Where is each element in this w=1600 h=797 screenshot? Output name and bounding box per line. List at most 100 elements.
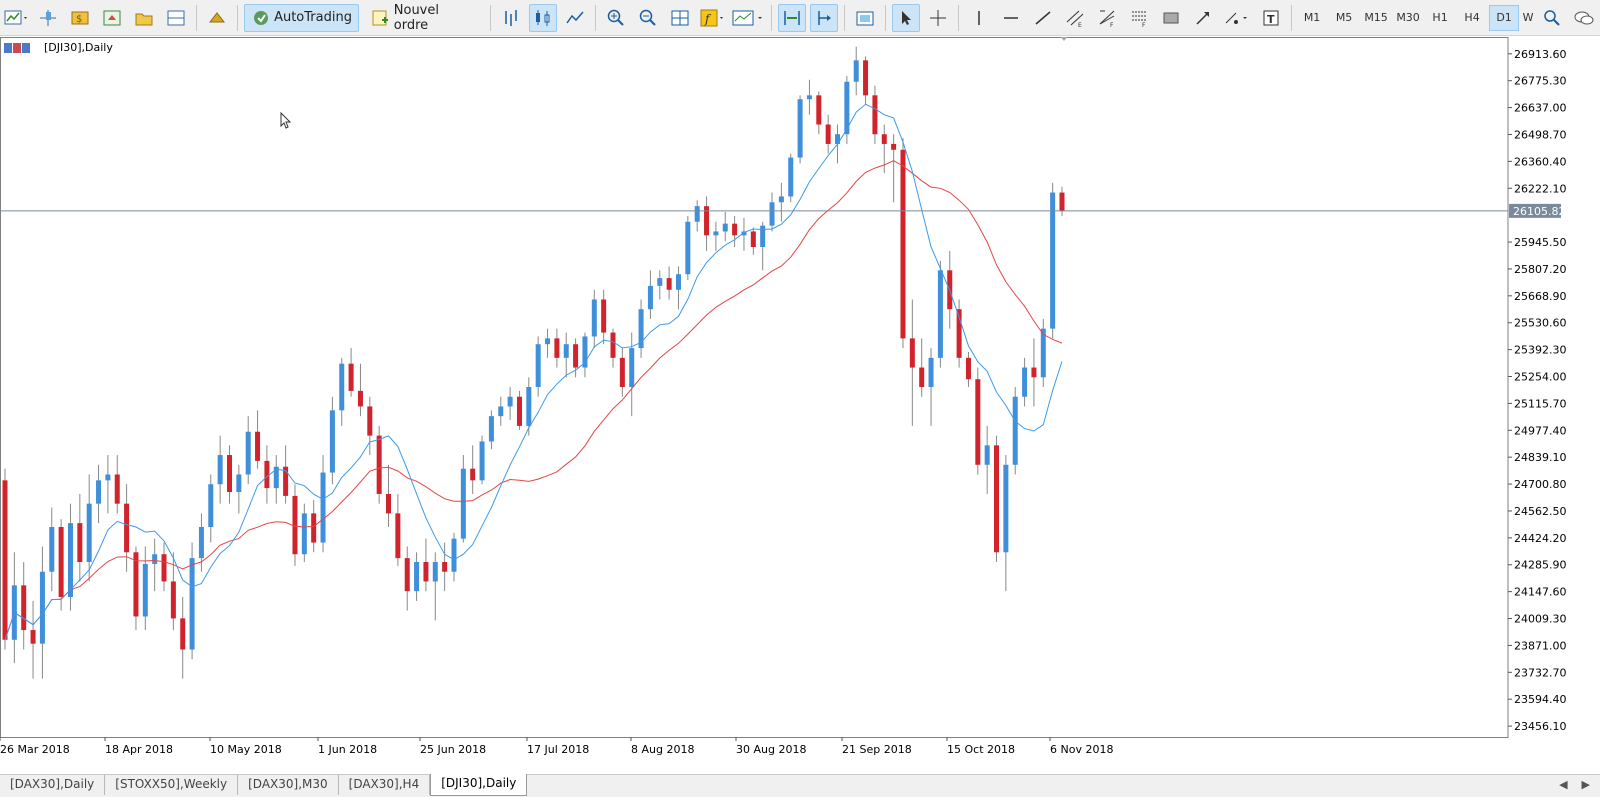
date-tick-label: 30 Aug 2018	[736, 743, 806, 756]
arrow-button[interactable]	[1189, 4, 1217, 32]
candle-body	[115, 475, 120, 504]
new-order-button[interactable]: Nouvel ordre	[363, 4, 484, 32]
price-chart[interactable]: 26913.6026775.3026637.0026498.7026360.40…	[0, 37, 1600, 774]
toolbar-separator	[595, 5, 596, 31]
candlestick-button[interactable]	[529, 4, 557, 32]
tab-dji30-daily[interactable]: [DJI30],Daily	[430, 774, 527, 796]
channel-button[interactable]: E	[1061, 4, 1089, 32]
data-window-button[interactable]: $	[66, 4, 94, 32]
templates-button[interactable]	[730, 4, 766, 32]
bar-chart-button[interactable]	[497, 4, 525, 32]
timeframe-m5[interactable]: M5	[1329, 5, 1359, 31]
zoom-in-button[interactable]	[602, 4, 630, 32]
timeframe-group: M1M5M15M30H1H4D1	[1296, 5, 1520, 31]
candle-body	[536, 344, 541, 387]
experts-button[interactable]	[203, 4, 231, 32]
navigator-button[interactable]	[98, 4, 126, 32]
candle-body	[732, 224, 737, 236]
price-tick-label: 26775.30	[1514, 75, 1567, 88]
chat-button[interactable]	[1570, 4, 1598, 32]
timeframe-m15[interactable]: M15	[1361, 5, 1391, 31]
candle-body	[87, 504, 92, 562]
tab-stoxx50-weekly[interactable]: [STOXX50],Weekly	[105, 775, 238, 795]
timeframe-d1[interactable]: D1	[1489, 5, 1519, 31]
candle-body	[526, 387, 531, 426]
candle-body	[966, 358, 971, 379]
fibonacci-fan-button[interactable]: F	[1093, 4, 1121, 32]
candle-body	[508, 397, 513, 407]
vertical-line-icon	[969, 8, 989, 28]
candle-body	[891, 144, 896, 150]
candle-body	[255, 432, 260, 461]
price-tick-label: 25668.90	[1514, 290, 1567, 303]
candle-body	[21, 585, 26, 630]
candle-body	[648, 286, 653, 309]
candle-body	[162, 554, 167, 581]
candle-body	[611, 333, 616, 358]
candle-body	[49, 527, 54, 572]
text-label-button[interactable]: T	[1257, 4, 1285, 32]
price-tick-label: 26498.70	[1514, 128, 1567, 141]
zoom-out-button[interactable]	[634, 4, 662, 32]
price-tick-label: 23732.70	[1514, 666, 1567, 679]
vertical-line-button[interactable]	[965, 4, 993, 32]
tab-dax30-h4[interactable]: [DAX30],H4	[339, 775, 431, 795]
candle-body	[218, 455, 223, 484]
line-chart-button[interactable]	[561, 4, 589, 32]
candle-body	[919, 368, 924, 387]
date-tick-label: 25 Jun 2018	[420, 743, 486, 756]
candle-body	[77, 523, 82, 562]
fibonacci-retracement-button[interactable]: F	[1125, 4, 1153, 32]
chart-window[interactable]: 26913.6026775.3026637.0026498.7026360.40…	[0, 37, 1600, 774]
price-tick-label: 23456.10	[1514, 720, 1567, 733]
tile-windows-button[interactable]	[666, 4, 694, 32]
chart-shift-button[interactable]	[810, 4, 838, 32]
crosshair-icon	[928, 8, 948, 28]
toolbar-separator	[844, 5, 845, 31]
crosshair-button[interactable]	[924, 4, 952, 32]
timeframe-w-partial[interactable]: W	[1521, 5, 1535, 31]
tab-dax30-daily[interactable]: [DAX30],Daily	[0, 775, 105, 795]
scroll-left-icon[interactable]: ◀	[1559, 778, 1567, 791]
timeframe-h4[interactable]: H4	[1457, 5, 1487, 31]
toolbar-separator	[237, 5, 238, 31]
candle-body	[760, 226, 765, 247]
tester-button[interactable]	[162, 4, 190, 32]
cursor-button[interactable]	[892, 4, 920, 32]
price-tick-label: 25392.30	[1514, 344, 1567, 357]
candle-body	[236, 475, 241, 493]
autoscroll-button[interactable]	[778, 4, 806, 32]
candle-body	[1050, 193, 1055, 329]
new-chart-button[interactable]	[2, 4, 30, 32]
indicators-button[interactable]: f	[698, 4, 726, 32]
timeframe-m30[interactable]: M30	[1393, 5, 1423, 31]
text-label-icon: T	[1261, 8, 1281, 28]
candle-body	[1060, 193, 1065, 211]
chart-shift-icon	[814, 8, 834, 28]
candle-body	[695, 206, 700, 222]
candle-body	[433, 562, 438, 581]
rectangle-button[interactable]	[1157, 4, 1185, 32]
candle-body	[124, 504, 129, 553]
trendline-button[interactable]	[1029, 4, 1057, 32]
market-watch-button[interactable]	[34, 4, 62, 32]
candle-body	[685, 222, 690, 275]
scroll-right-icon[interactable]: ▶	[1582, 778, 1590, 791]
price-tick-label: 26913.60	[1514, 48, 1567, 61]
candle-body	[854, 60, 859, 81]
horizontal-line-button[interactable]	[997, 4, 1025, 32]
shapes-dropdown-button[interactable]	[1221, 4, 1253, 32]
price-tick-label: 24977.40	[1514, 424, 1567, 437]
search-button[interactable]	[1538, 4, 1566, 32]
screenshot-button[interactable]	[851, 4, 879, 32]
terminal-button[interactable]	[130, 4, 158, 32]
candle-body	[900, 150, 905, 339]
autotrading-button[interactable]: AutoTrading	[244, 4, 359, 32]
tab-dax30-m30[interactable]: [DAX30],M30	[238, 775, 339, 795]
timeframe-h1[interactable]: H1	[1425, 5, 1455, 31]
candle-body	[863, 60, 868, 95]
chart-tabs: [DAX30],Daily [STOXX50],Weekly [DAX30],M…	[0, 774, 1600, 797]
svg-text:T: T	[1267, 13, 1275, 26]
timeframe-m1[interactable]: M1	[1297, 5, 1327, 31]
toolbar-separator	[885, 5, 886, 31]
